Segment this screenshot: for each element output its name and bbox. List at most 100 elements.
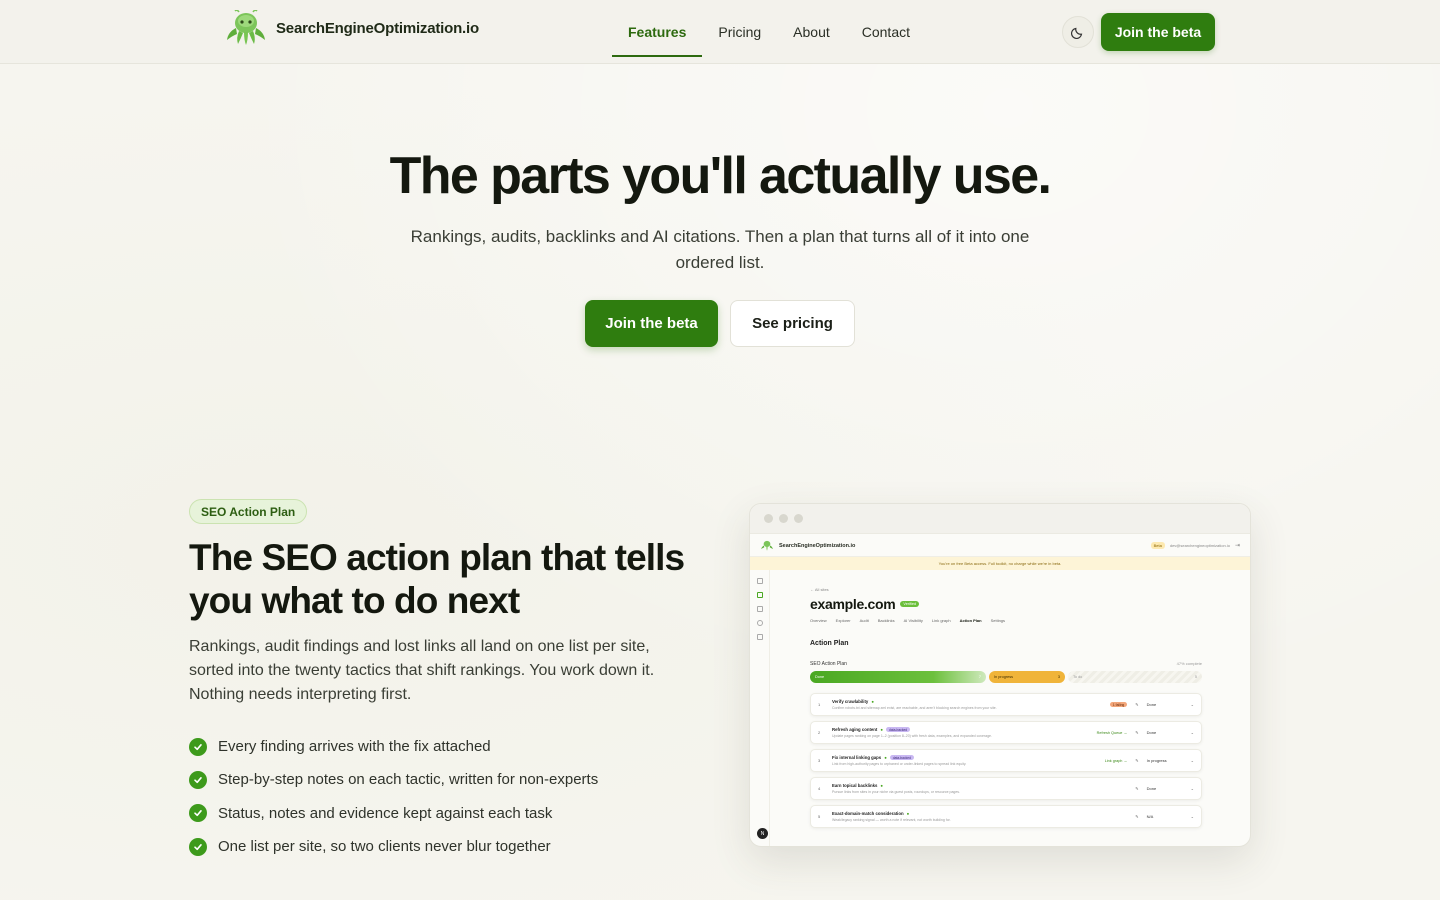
progress-done-label: Done <box>815 675 825 679</box>
mock-task-number: 2 <box>818 730 821 735</box>
check-icon <box>189 737 207 756</box>
mock-domain: example.com Verified <box>810 596 1202 612</box>
feature-bullet: Every finding arrives with the fix attac… <box>189 730 598 763</box>
edit-icon: ✎ <box>1135 786 1139 791</box>
mock-task-body: Earn topical backlinks ● Pursue links from… <box>832 783 1127 794</box>
mock-task-status: Done <box>1146 786 1157 791</box>
mock-task-title-row: Verify crawlability ● <box>832 699 1102 704</box>
mock-task-list: 1 Verify crawlability ● Confirm robots.txt … <box>810 693 1202 828</box>
nav-link-features[interactable]: Features <box>612 7 703 57</box>
edit-icon: ✎ <box>1135 758 1139 763</box>
feature-bullet: Status, notes and evidence kept against … <box>189 797 598 830</box>
feature-bullet-text: One list per site, so two clients never … <box>218 838 551 856</box>
sidebar-icon <box>756 634 763 640</box>
progress-inprogress-label: In progress <box>994 675 1013 679</box>
brand-name: SearchEngineOptimization.io <box>276 19 479 37</box>
chevron-down-icon: ⌄ <box>1190 758 1194 763</box>
window-chrome <box>750 504 1250 534</box>
mock-task-status: Done <box>1146 702 1157 707</box>
mock-task-desc: Confirm robots.txt and sitemap.xml exist… <box>832 706 997 710</box>
check-icon <box>189 804 207 823</box>
progress-inprogress-count: 3 <box>1057 675 1060 679</box>
mock-task-title-row: Fix internal linking gaps ● data-backed <box>832 755 1097 760</box>
mock-tab: Settings <box>990 618 1006 623</box>
mock-domain-name: example.com <box>810 596 896 612</box>
moon-icon <box>1071 27 1083 39</box>
mock-task-link: Refresh Queue → <box>1096 730 1128 735</box>
progress-todo-segment: To do 5 <box>1068 671 1202 683</box>
feature-badge: SEO Action Plan <box>189 499 308 524</box>
chevron-down-icon: ⌄ <box>1190 786 1194 791</box>
mock-task-number: 5 <box>818 814 821 819</box>
nav-join-beta-button[interactable]: Join the beta <box>1101 13 1215 51</box>
mock-task-body: Fix internal linking gaps ● data-backed Lin… <box>832 755 1097 766</box>
mock-progress-bar: Done 7 In progress 3 To do 5 <box>810 671 1202 683</box>
mock-task-desc: Pursue links from sites in your niche vi… <box>832 790 961 794</box>
mock-task-title-row: Refresh aging content ● data-backed <box>832 727 1089 732</box>
mock-tab: Explorer <box>835 618 851 623</box>
mock-tab: AI Visibility <box>903 618 923 623</box>
status-dot-icon: ● <box>880 783 883 788</box>
sidebar-icon <box>756 578 763 584</box>
nav-link-pricing[interactable]: Pricing <box>702 7 777 57</box>
nav-link-contact[interactable]: Contact <box>846 7 926 57</box>
mock-plan-header: SEO Action Plan 47% complete <box>810 661 1202 667</box>
window-dot <box>779 514 788 523</box>
hero-join-beta-button[interactable]: Join the beta <box>585 300 718 347</box>
mock-plan-title: SEO Action Plan <box>810 661 847 667</box>
edit-icon: ✎ <box>1135 702 1139 707</box>
check-icon <box>189 837 207 856</box>
progress-done-count: 7 <box>978 675 981 679</box>
mock-beta-banner: You're on free Beta access. Full toolkit… <box>750 557 1250 570</box>
status-dot-icon: ● <box>871 699 874 704</box>
mock-task-row: 2 Refresh aging content ● data-backed Update… <box>810 721 1202 744</box>
mock-main: ← All sites example.com Verified Overvie… <box>810 587 1202 828</box>
check-icon <box>189 770 207 789</box>
mock-task-body: Refresh aging content ● data-backed Update … <box>832 727 1089 738</box>
brand-logo-link[interactable]: SearchEngineOptimization.io <box>224 10 479 46</box>
mock-task-title: Exact-domain-match consideration <box>832 811 904 816</box>
mock-tab: Link graph <box>931 618 951 623</box>
product-screenshot: SearchEngineOptimization.io Beta dev@sea… <box>749 503 1251 847</box>
top-nav: SearchEngineOptimization.io Features Pri… <box>0 0 1440 64</box>
progress-todo-label: To do <box>1073 675 1083 679</box>
sidebar-icon <box>756 620 763 626</box>
mock-tab: Overview <box>810 618 827 623</box>
mock-task-desc: Weak/legacy ranking signal — worth a not… <box>832 818 951 822</box>
chevron-down-icon: ⌄ <box>1190 730 1194 735</box>
see-pricing-button[interactable]: See pricing <box>730 300 855 347</box>
progress-inprogress-segment: In progress 3 <box>989 671 1065 683</box>
hero-title: The parts you'll actually use. <box>389 147 1052 205</box>
octopus-logo-icon <box>227 10 265 45</box>
nav-link-about[interactable]: About <box>777 7 846 57</box>
mock-beta-tag: Beta <box>1150 542 1165 549</box>
mock-task-number: 4 <box>818 786 821 791</box>
main-nav: Features Pricing About Contact <box>612 0 926 64</box>
window-dot <box>764 514 773 523</box>
theme-toggle-button[interactable] <box>1062 16 1094 48</box>
logout-icon: ⇥ <box>1234 543 1240 549</box>
chevron-down-icon: ⌄ <box>1190 814 1194 819</box>
mock-task-title-row: Earn topical backlinks ● <box>832 783 1127 788</box>
hero-subtitle: Rankings, audits, backlinks and AI citat… <box>410 227 1030 272</box>
mock-verified-badge: Verified <box>900 601 920 607</box>
feature-bullet-list: Every finding arrives with the fix attac… <box>189 730 598 863</box>
mock-app: SearchEngineOptimization.io Beta dev@sea… <box>750 535 1250 846</box>
mock-back-link: ← All sites <box>810 587 829 592</box>
mock-task-desc: Update pages ranking on page 1–2 (positi… <box>832 734 992 738</box>
feature-bullet: Step-by-step notes on each tactic, writt… <box>189 763 598 796</box>
mock-task-tag: 1 failing <box>1109 702 1128 707</box>
mock-task-title: Refresh aging content <box>832 727 878 732</box>
mock-task-status: N/A <box>1146 814 1154 819</box>
feature-description: Rankings, audit findings and lost links … <box>189 638 655 703</box>
chevron-down-icon: ⌄ <box>1190 702 1194 707</box>
mock-task-body: Verify crawlability ● Confirm robots.txt a… <box>832 699 1102 710</box>
sidebar-icon <box>756 592 763 598</box>
mock-user-email: dev@searchengineoptimization.io <box>1169 543 1230 548</box>
mock-task-title: Verify crawlability <box>832 699 869 704</box>
octopus-logo-icon <box>761 540 773 551</box>
mock-tab: Audit <box>859 618 869 623</box>
mock-task-status: Done <box>1146 730 1157 735</box>
mock-percent-complete: 47% complete <box>1176 661 1202 666</box>
progress-todo-count: 5 <box>1194 675 1197 679</box>
